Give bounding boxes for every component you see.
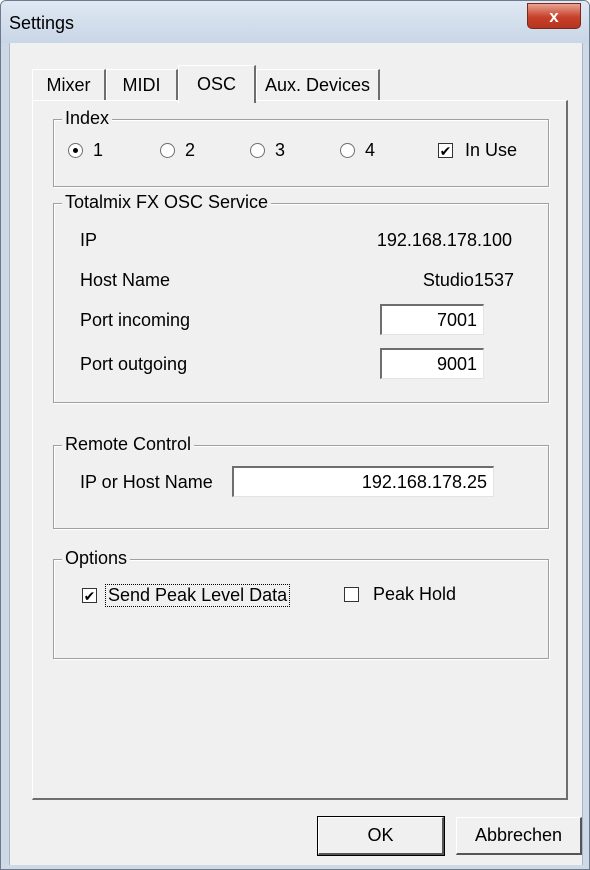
index-radio-label: 1 bbox=[93, 140, 104, 160]
radio-icon bbox=[340, 143, 355, 158]
tab-osc[interactable]: OSC bbox=[178, 65, 256, 103]
ip-host-input[interactable] bbox=[232, 466, 494, 497]
port-incoming-label: Port incoming bbox=[80, 310, 191, 330]
close-icon: x bbox=[549, 6, 559, 26]
tab-aux-devices[interactable]: Aux. Devices bbox=[256, 69, 380, 101]
ip-label: IP bbox=[80, 230, 98, 250]
osc-service-group-title: Totalmix FX OSC Service bbox=[62, 192, 272, 213]
checkmark-icon: ✔ bbox=[438, 142, 453, 159]
index-group-title: Index bbox=[62, 108, 113, 129]
cancel-button[interactable]: Abbrechen bbox=[456, 817, 582, 855]
index-radio-4[interactable]: 4 bbox=[340, 140, 375, 161]
settings-dialog: Settings x Mixer MIDI OSC Aux. Devices I… bbox=[0, 0, 590, 870]
radio-selected-icon bbox=[68, 143, 83, 158]
options-group-title: Options bbox=[62, 548, 131, 569]
index-radio-label: 3 bbox=[275, 140, 286, 160]
osc-tab-panel: Index 1 2 3 4 ✔ In Use Totalmix FX OSC S… bbox=[32, 100, 568, 800]
port-outgoing-label: Port outgoing bbox=[80, 354, 188, 374]
ip-host-label: IP or Host Name bbox=[80, 472, 213, 492]
peak-hold-label: Peak Hold bbox=[373, 584, 457, 604]
port-incoming-input[interactable] bbox=[380, 304, 484, 335]
index-radio-2[interactable]: 2 bbox=[160, 140, 195, 161]
checkbox-unchecked-icon bbox=[344, 587, 359, 602]
dialog-body: Mixer MIDI OSC Aux. Devices Index 1 2 3 bbox=[9, 43, 583, 865]
host-name-label: Host Name bbox=[80, 270, 171, 290]
index-radio-1[interactable]: 1 bbox=[68, 140, 103, 161]
index-radio-3[interactable]: 3 bbox=[250, 140, 285, 161]
index-group: Index 1 2 3 4 ✔ In Use bbox=[53, 108, 549, 187]
remote-control-group: Remote Control IP or Host Name bbox=[53, 434, 549, 529]
close-button[interactable]: x bbox=[527, 3, 581, 29]
window-title: Settings bbox=[9, 13, 75, 33]
tab-mixer[interactable]: Mixer bbox=[32, 69, 106, 101]
index-radio-label: 2 bbox=[185, 140, 196, 160]
radio-icon bbox=[250, 143, 265, 158]
index-radio-label: 4 bbox=[365, 140, 376, 160]
radio-icon bbox=[160, 143, 175, 158]
remote-control-group-title: Remote Control bbox=[62, 434, 195, 455]
host-name-value: Studio1537 bbox=[422, 270, 514, 290]
in-use-checkbox[interactable]: ✔ In Use bbox=[438, 140, 517, 161]
port-outgoing-input[interactable] bbox=[380, 348, 484, 379]
checkmark-icon: ✔ bbox=[82, 587, 97, 604]
ok-button[interactable]: OK bbox=[317, 816, 445, 856]
title-bar[interactable]: Settings x bbox=[1, 1, 589, 43]
options-group: Options ✔ Send Peak Level Data Peak Hold bbox=[53, 548, 549, 659]
tab-midi[interactable]: MIDI bbox=[106, 69, 178, 101]
peak-hold-checkbox[interactable]: Peak Hold bbox=[344, 584, 456, 605]
send-peak-label: Send Peak Level Data bbox=[105, 584, 291, 607]
send-peak-checkbox[interactable]: ✔ Send Peak Level Data bbox=[82, 584, 291, 607]
osc-service-group: Totalmix FX OSC Service IP 192.168.178.1… bbox=[53, 192, 549, 403]
ip-value: 192.168.178.100 bbox=[376, 230, 512, 250]
in-use-label: In Use bbox=[465, 140, 518, 160]
